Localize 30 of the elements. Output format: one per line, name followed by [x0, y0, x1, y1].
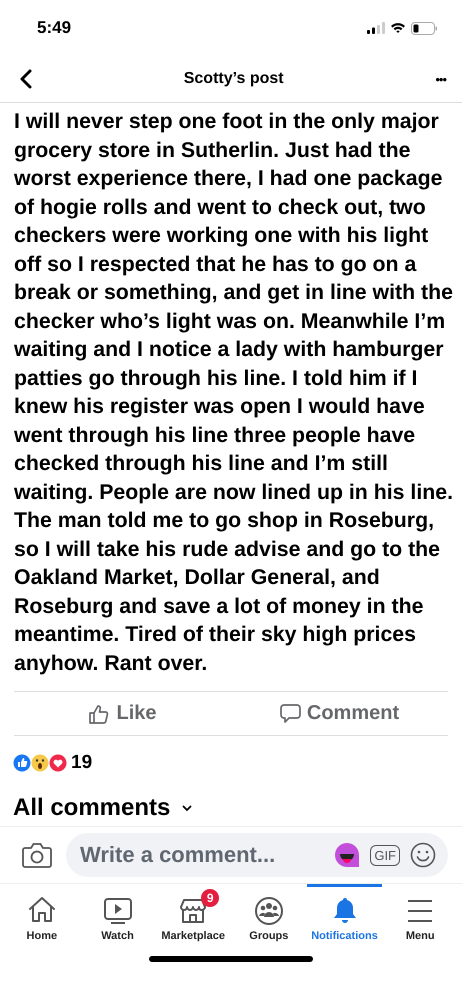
emoji-icon[interactable]	[410, 842, 436, 868]
nav-tab[interactable]: Menu	[382, 884, 458, 946]
group-icon	[252, 895, 285, 927]
comment-field[interactable]: Write a comment... GIF	[66, 833, 448, 877]
camera-icon[interactable]	[22, 842, 52, 868]
comments-sort-dropdown[interactable]: All comments	[13, 794, 192, 822]
post-title: Scotty’s post	[184, 70, 284, 88]
nav-tab[interactable]: Home	[4, 884, 80, 946]
avatar-sticker-icon[interactable]	[334, 842, 360, 868]
more-button[interactable]: •••	[435, 72, 446, 86]
back-icon[interactable]	[20, 69, 32, 89]
reaction-count[interactable]: 19	[71, 752, 92, 774]
status-time: 5:49	[37, 18, 72, 38]
battery-icon	[411, 22, 438, 34]
like-button[interactable]: Like	[14, 692, 231, 735]
post-text: I will never step one foot in the only major grocery store in Sutherlin. Just had the worst experience there, I had one package of hogie rolls and went to check out, two checkers were working one with his light off so I respected that he has to go on a break or something, and get in line with the checker who’s light was on. Meanwhile I’m waiting and I notice a lady with hamburger patties go through his line. I told him if I knew his register was open I would have went through his line three people have checked through his line and I’m still waiting. People are now lined up in his line. The man told me to go shop in Roseburg, so I will take his rude advise and go to the Oakland Market, Dollar General, and Roseburg and save a lot of money in the meantime. Tired of their sky high prices anyhow. Rant over.	[14, 108, 454, 676]
nav-tab[interactable]: Watch	[80, 884, 156, 946]
gif-button[interactable]: GIF	[370, 844, 400, 866]
wifi-icon	[390, 22, 406, 34]
reactions-icon	[13, 754, 67, 772]
nav-tab[interactable]: Notifications	[306, 884, 382, 946]
notification-badge: 9	[201, 889, 220, 907]
nav-tab[interactable]: 9 Marketplace	[155, 884, 232, 946]
signal-icon	[367, 22, 385, 34]
comment-button[interactable]: Comment	[231, 692, 448, 735]
nav-tab[interactable]: Groups	[231, 884, 307, 946]
chevron-down-icon	[182, 804, 192, 812]
speech-bubble-icon	[280, 703, 301, 724]
thumbs-up-icon	[88, 702, 110, 724]
video-icon	[102, 895, 134, 927]
